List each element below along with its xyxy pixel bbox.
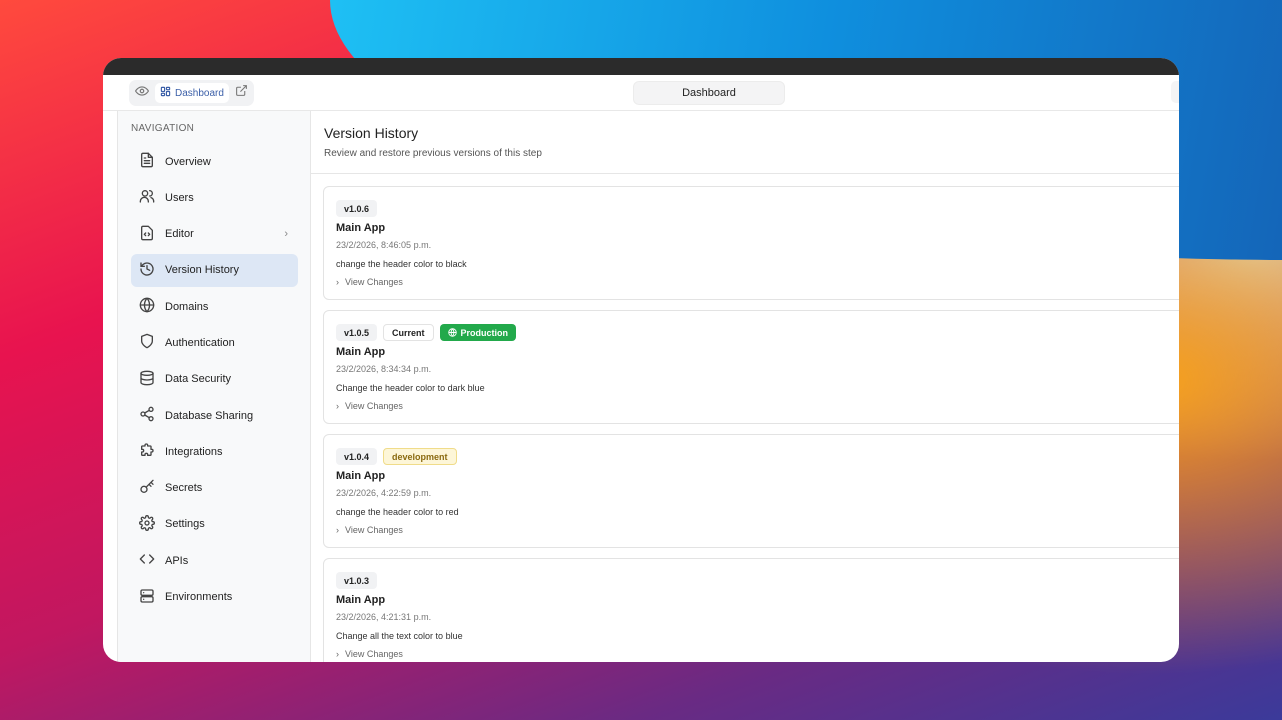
navigation-heading: NAVIGATION	[131, 123, 195, 134]
puzzle-icon	[139, 442, 155, 461]
users-icon	[139, 188, 155, 207]
dashboard-button[interactable]: Dashboard	[155, 83, 229, 103]
version-description: change the header color to red	[336, 507, 459, 517]
main-content: Version History Review and restore previ…	[311, 111, 1179, 662]
sidebar-item-label: Version History	[165, 264, 239, 277]
sidebar-item-label: Environments	[165, 591, 233, 604]
sidebar-item-settings[interactable]: Settings	[131, 508, 298, 541]
view-changes-toggle[interactable]: › View Changes	[336, 277, 1179, 287]
environment-badge: Production	[439, 324, 517, 341]
key-icon	[139, 479, 155, 498]
dashboard-tab[interactable]: Dashboard	[633, 81, 785, 105]
sidebar-item-label: Editor	[165, 228, 194, 241]
version-card: v1.0.4 development Main App 23/2/2026, 4:…	[323, 434, 1179, 548]
server-icon	[139, 588, 155, 607]
chevron-right-icon: ›	[336, 401, 339, 411]
sidebar-item-label: APIs	[165, 554, 189, 567]
environment-badge: development	[383, 448, 457, 465]
sidebar-item-apis[interactable]: APIs	[131, 544, 298, 577]
view-changes-toggle[interactable]: › View Changes	[336, 525, 1179, 535]
view-switcher: Dashboard	[129, 80, 254, 106]
sidebar-item-label: Data Security	[165, 373, 232, 386]
sidebar-item-authentication[interactable]: Authentication	[131, 326, 298, 359]
version-badge: v1.0.6	[336, 200, 378, 217]
version-timestamp: 23/2/2026, 4:21:31 p.m.	[336, 612, 432, 622]
current-badge: Current	[383, 324, 434, 341]
database-icon	[139, 370, 155, 389]
file-text-icon	[139, 152, 155, 171]
globe-icon	[139, 297, 155, 316]
version-timestamp: 23/2/2026, 4:22:59 p.m.	[336, 488, 432, 498]
sidebar-item-label: Users	[165, 191, 194, 204]
globe-icon	[447, 328, 457, 337]
chevron-right-icon: ›	[284, 228, 288, 241]
share-icon	[139, 406, 155, 425]
version-description: Change all the text color to blue	[336, 631, 463, 641]
sidebar-item-label: Overview	[165, 155, 211, 168]
app-name: Main App	[336, 222, 386, 234]
sidebar-item-users[interactable]: Users	[131, 181, 298, 214]
version-badge: v1.0.5	[336, 324, 378, 341]
version-description: change the header color to black	[336, 259, 467, 269]
sidebar-item-integrations[interactable]: Integrations	[131, 435, 298, 468]
sidebar-item-overview[interactable]: Overview	[131, 145, 298, 178]
layout-grid-icon	[160, 86, 171, 100]
sidebar-item-secrets[interactable]: Secrets	[131, 472, 298, 505]
gear-icon	[139, 515, 155, 534]
dashboard-label: Dashboard	[175, 87, 224, 99]
chevron-right-icon: ›	[336, 525, 339, 535]
chevron-right-icon: ›	[336, 649, 339, 659]
code-icon	[139, 551, 155, 570]
version-card: v1.0.6 Main App 23/2/2026, 8:46:05 p.m. …	[323, 186, 1179, 300]
version-card: v1.0.5 Current Production Main App 23/2/20…	[323, 310, 1179, 424]
sidebar-item-label: Database Sharing	[165, 409, 254, 422]
sidebar-item-label: Domains	[165, 300, 209, 313]
sidebar-item-domains[interactable]: Domains	[131, 290, 298, 323]
divider	[311, 173, 1179, 174]
version-description: Change the header color to dark blue	[336, 383, 485, 393]
sidebar-item-data-security[interactable]: Data Security	[131, 363, 298, 396]
sidebar-item-label: Secrets	[165, 482, 203, 495]
view-changes-toggle[interactable]: › View Changes	[336, 649, 1179, 659]
version-card: v1.0.3 Main App 23/2/2026, 4:21:31 p.m. …	[323, 558, 1179, 662]
version-timestamp: 23/2/2026, 8:46:05 p.m.	[336, 240, 432, 250]
history-icon	[139, 261, 155, 280]
view-changes-toggle[interactable]: › View Changes	[336, 401, 1179, 411]
sidebar-item-environments[interactable]: Environments	[131, 581, 298, 614]
page-title: Version History	[324, 125, 419, 141]
version-timestamp: 23/2/2026, 8:34:34 p.m.	[336, 364, 432, 374]
version-badge: v1.0.3	[336, 572, 378, 589]
app-name: Main App	[336, 346, 386, 358]
code-file-icon	[139, 225, 155, 244]
sidebar-item-label: Settings	[165, 518, 205, 531]
header-action-button[interactable]	[1171, 81, 1179, 103]
sidebar-item-label: Authentication	[165, 336, 235, 349]
eye-icon[interactable]	[134, 84, 150, 103]
chevron-right-icon: ›	[336, 277, 339, 287]
external-link-icon[interactable]	[235, 84, 248, 102]
shield-icon	[139, 333, 155, 352]
sidebar-item-editor[interactable]: Editor ›	[131, 218, 298, 251]
header: Dashboard Dashboard	[103, 75, 1179, 111]
app-name: Main App	[336, 470, 386, 482]
sidebar-item-database-sharing[interactable]: Database Sharing	[131, 399, 298, 432]
sidebar-item-version-history[interactable]: Version History	[131, 253, 298, 287]
version-badge: v1.0.4	[336, 448, 378, 465]
sidebar: NAVIGATION Overview Users Editor › Version H…	[117, 111, 311, 662]
app-name: Main App	[336, 594, 386, 606]
title-bar	[103, 58, 1179, 75]
page-subtitle: Review and restore previous versions of …	[324, 148, 542, 159]
sidebar-item-label: Integrations	[165, 445, 223, 458]
app-window: Dashboard Dashboard NAVIGATION Overview U…	[103, 58, 1179, 662]
